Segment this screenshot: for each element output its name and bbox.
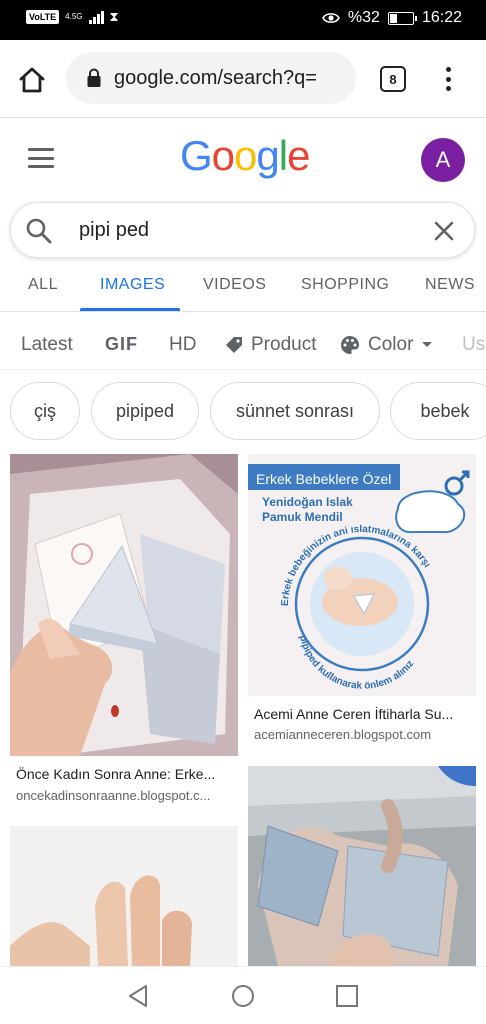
- logo-letter: l: [278, 132, 288, 179]
- volte-badge: VoLTE: [26, 10, 60, 24]
- battery-icon: [387, 11, 417, 25]
- filter-hd-label: HD: [169, 334, 197, 355]
- related-chips: çiş pipiped sünnet sonrası bebek: [0, 382, 486, 442]
- close-icon[interactable]: [430, 217, 458, 245]
- google-header: Google A: [0, 118, 486, 198]
- filter-usage-label: Us: [462, 334, 486, 355]
- result-source-1[interactable]: oncekadinsonraanne.blogspot.c...: [16, 788, 234, 803]
- active-tab-indicator: [80, 308, 180, 311]
- chip-bebek[interactable]: bebek: [390, 382, 486, 440]
- status-left: VoLTE 4.5G ⧗: [26, 10, 119, 24]
- more-vert-icon[interactable]: [438, 64, 458, 94]
- image-result-1[interactable]: Önce Kadın Sonra Anne: Erke... oncekadin…: [10, 454, 238, 809]
- filter-color-label: Color: [368, 334, 414, 355]
- screen: VoLTE 4.5G ⧗ %32 16:22 google.com/search…: [0, 0, 486, 1024]
- result-thumbnail-1[interactable]: [10, 454, 238, 756]
- result-thumbnail-3[interactable]: [10, 826, 238, 966]
- url-bar[interactable]: google.com/search?q=: [66, 52, 356, 104]
- chip-cis[interactable]: çiş: [10, 382, 80, 440]
- tab-all[interactable]: ALL: [28, 276, 58, 294]
- home-button[interactable]: [14, 62, 50, 98]
- battery-percent: %32: [347, 9, 380, 26]
- result-thumbnail-4[interactable]: [248, 766, 476, 966]
- dropdown-arrow-icon: [422, 342, 433, 347]
- result-source-2[interactable]: acemianneceren.blogspot.com: [254, 727, 472, 742]
- filter-hd[interactable]: HD: [169, 334, 196, 356]
- tab-news[interactable]: NEWS: [425, 276, 475, 294]
- tab-videos[interactable]: VIDEOS: [203, 276, 266, 294]
- eye-icon: [322, 13, 340, 23]
- tab-images[interactable]: IMAGES: [100, 276, 165, 294]
- filter-gif[interactable]: GIF: [105, 334, 138, 355]
- tag-icon: [226, 337, 242, 353]
- result-thumbnail-2[interactable]: Erkek Bebeklere Özel Yenidoğan Islak Pam…: [248, 454, 476, 696]
- navigation-bar: [0, 966, 486, 1024]
- image-result-3[interactable]: [10, 826, 238, 966]
- browser-toolbar: google.com/search?q= 8: [0, 40, 486, 118]
- google-logo[interactable]: Google: [180, 132, 310, 180]
- clock: 16:22: [421, 9, 462, 26]
- logo-letter: G: [180, 132, 213, 179]
- search-tabs: ALL IMAGES VIDEOS SHOPPING NEWS: [0, 262, 486, 312]
- result-title-1[interactable]: Önce Kadın Sonra Anne: Erke...: [16, 766, 234, 782]
- search-box[interactable]: pipi ped: [10, 202, 475, 258]
- search-icon[interactable]: [25, 217, 53, 245]
- status-right: %32 16:22: [322, 9, 462, 27]
- status-bar: VoLTE 4.5G ⧗ %32 16:22: [0, 0, 486, 40]
- logo-letter: o: [234, 132, 257, 179]
- url-text: google.com/search?q=: [114, 66, 317, 89]
- tab-switcher-button[interactable]: 8: [380, 66, 406, 92]
- filter-usage[interactable]: Us: [462, 334, 485, 356]
- subtitle-1-text: Yenidoğan Islak: [262, 495, 353, 509]
- chip-pipiped[interactable]: pipiped: [91, 382, 199, 440]
- pipiped-product-image: Erkek Bebeklere Özel Yenidoğan Islak Pam…: [248, 454, 476, 696]
- home-circle-icon[interactable]: [230, 983, 256, 1009]
- image-result-2[interactable]: Erkek Bebeklere Özel Yenidoğan Islak Pam…: [248, 454, 476, 754]
- filter-gif-label: GIF: [105, 334, 138, 354]
- logo-letter: g: [256, 132, 279, 179]
- chip-sunnet-sonrasi[interactable]: sünnet sonrası: [210, 382, 380, 440]
- logo-letter: e: [287, 132, 310, 179]
- filter-bar: Latest GIF HD Product Color Us: [0, 318, 486, 370]
- tab-shopping[interactable]: SHOPPING: [301, 276, 389, 294]
- result-title-2[interactable]: Acemi Anne Ceren İftiharla Su...: [254, 706, 472, 722]
- back-icon[interactable]: [126, 983, 152, 1009]
- logo-letter: o: [211, 132, 235, 179]
- signal-icon: [88, 10, 104, 24]
- image-result-4[interactable]: [248, 766, 476, 966]
- filter-product-label: Product: [251, 334, 317, 355]
- recents-icon[interactable]: [334, 983, 360, 1009]
- network-type: 4.5G: [65, 12, 83, 21]
- hamburger-menu-icon[interactable]: [28, 148, 54, 168]
- battery-level: [389, 13, 397, 23]
- pipi-ped-hand-photo: [248, 766, 476, 966]
- hourglass-icon: ⧗: [109, 9, 119, 24]
- filter-latest[interactable]: Latest: [21, 334, 73, 356]
- pipi-ped-photo: [10, 454, 238, 756]
- banner-text: Erkek Bebeklere Özel: [256, 470, 391, 487]
- filter-latest-label: Latest: [21, 334, 73, 355]
- palette-icon: [341, 336, 360, 354]
- lock-icon: [87, 68, 101, 87]
- search-input[interactable]: pipi ped: [79, 219, 149, 242]
- filter-color[interactable]: Color: [340, 334, 433, 356]
- hand-photo: [10, 826, 238, 966]
- subtitle-2-text: Pamuk Mendil: [262, 510, 343, 524]
- filter-product[interactable]: Product: [225, 334, 316, 356]
- account-avatar[interactable]: A: [421, 138, 465, 182]
- home-icon: [19, 67, 45, 93]
